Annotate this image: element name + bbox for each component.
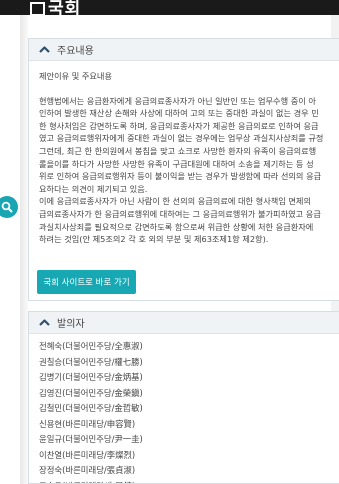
proposer-item: 김영진(더불어민주당/金榮鎭) <box>39 387 143 398</box>
summary-line: 롤을이를 하다가 사망한 사망한 유족이 구급대원에 대하여 소송을 제기하는 … <box>39 158 314 169</box>
summary-line: 급의료종사자가 한 응급의료행위에 대하여는 그 응급의료행위가 불가피하였고 … <box>39 208 321 219</box>
summary-panel-header[interactable]: 주요내용 <box>29 39 339 61</box>
summary-line: 현행법에서는 응급환자에게 응급의료종사자가 아닌 일반인 또는 업무수행 중이… <box>39 95 316 106</box>
proposer-item: 권칠승(더불어민주당/權七勝) <box>39 356 143 367</box>
chevron-up-icon[interactable] <box>35 319 53 326</box>
logo-mark-icon <box>30 2 45 16</box>
proposers-panel-title: 발의자 <box>57 319 85 330</box>
summary-line: 였고 응급의료행위자에게 중대한 과실이 없는 경우에는 업무상 과실치사상죄를… <box>39 133 324 144</box>
summary-line: 그런데, 최근 한 한의원에서 봉침을 맞고 쇼크로 사망한 환자의 유족이 응… <box>39 145 317 156</box>
summary-line: 요하다는 의견이 제기되고 있음. <box>39 183 148 194</box>
summary-line: 한 형사처임은 감면하도록 하며, 응급의료종사자가 제공한 응급의료로 인하여… <box>39 120 319 131</box>
proposers-panel: 발의자 전혜숙(더불어민주당/全惠淑) 권칠승(더불어민주당/權七勝) 김병기(더불… <box>28 311 339 484</box>
proposer-item: 장정숙(바른미래당/張貞淑) <box>39 465 136 475</box>
search-icon <box>1 201 13 213</box>
logo-text: 국회 <box>48 0 82 19</box>
proposer-list: 전혜숙(더불어민주당/全惠淑) 권칠승(더불어민주당/權七勝) 김병기(더불어민주당… <box>29 334 339 484</box>
summary-intro: 제안이유 및 주요내용 <box>39 71 112 81</box>
chevron-up-icon[interactable] <box>35 46 53 53</box>
site-logo[interactable]: 국회 <box>30 0 81 19</box>
summary-lines: 현행법에서는 응급환자에게 응급의료종사자가 아닌 일반인 또는 업무수행 중이… <box>39 95 331 246</box>
proposers-panel-header[interactable]: 발의자 <box>29 312 339 334</box>
proposer-item: 김병기(더불어민주당/金炳基) <box>39 372 143 382</box>
proposer-item: 윤일규(더불어민주당/尹一圭) <box>39 434 143 444</box>
summary-text: 제안이유 및 주요내용 현행법에서는 응급환자에게 응급의료종사자가 아닌 일반… <box>29 61 339 246</box>
summary-panel-title: 주요내용 <box>57 46 94 57</box>
proposer-item: 김철민(더불어민주당/金哲敏) <box>39 403 143 413</box>
floating-search-button[interactable] <box>0 196 18 218</box>
top-header-bar: 국회 <box>0 0 339 19</box>
summary-line: 위로 인하여 응급의료행위자 등이 불이익을 받는 경우가 발생함에 따라 선의… <box>39 171 322 182</box>
summary-line: 하려는 것임(안 제5조의2 각 호 외의 부분 및 제63조제1항 제2항). <box>39 234 269 245</box>
summary-panel: 주요내용 제안이유 및 주요내용 현행법에서는 응급환자에게 응급의료종사자가 … <box>28 38 339 301</box>
proposer-item: 전혜숙(더불어민주당/全惠淑) <box>39 341 143 351</box>
left-gutter <box>20 15 28 484</box>
proposer-item: 주승용(바른미래당/朱昇鎔) <box>39 479 339 484</box>
summary-line: 과실치사상죄를 필요적으로 감면하도록 함으로써 위급한 상황에 처한 응급환자… <box>39 221 314 232</box>
go-to-assembly-site-button[interactable]: 국회 사이트로 바로 가기 <box>37 270 136 294</box>
proposer-item: 이찬열(바른미래당/李燦烈) <box>39 449 136 460</box>
proposer-item: 신용현(바른미래당/申容賢) <box>39 418 136 429</box>
summary-line: 인하여 발생한 재산상 손해와 사상에 대하여 고의 또는 중대한 과실이 없는… <box>39 108 319 119</box>
summary-line: 이에 응급의료종사자가 아닌 사람이 한 선의의 응급의료에 대한 형사책임 면… <box>39 196 311 207</box>
